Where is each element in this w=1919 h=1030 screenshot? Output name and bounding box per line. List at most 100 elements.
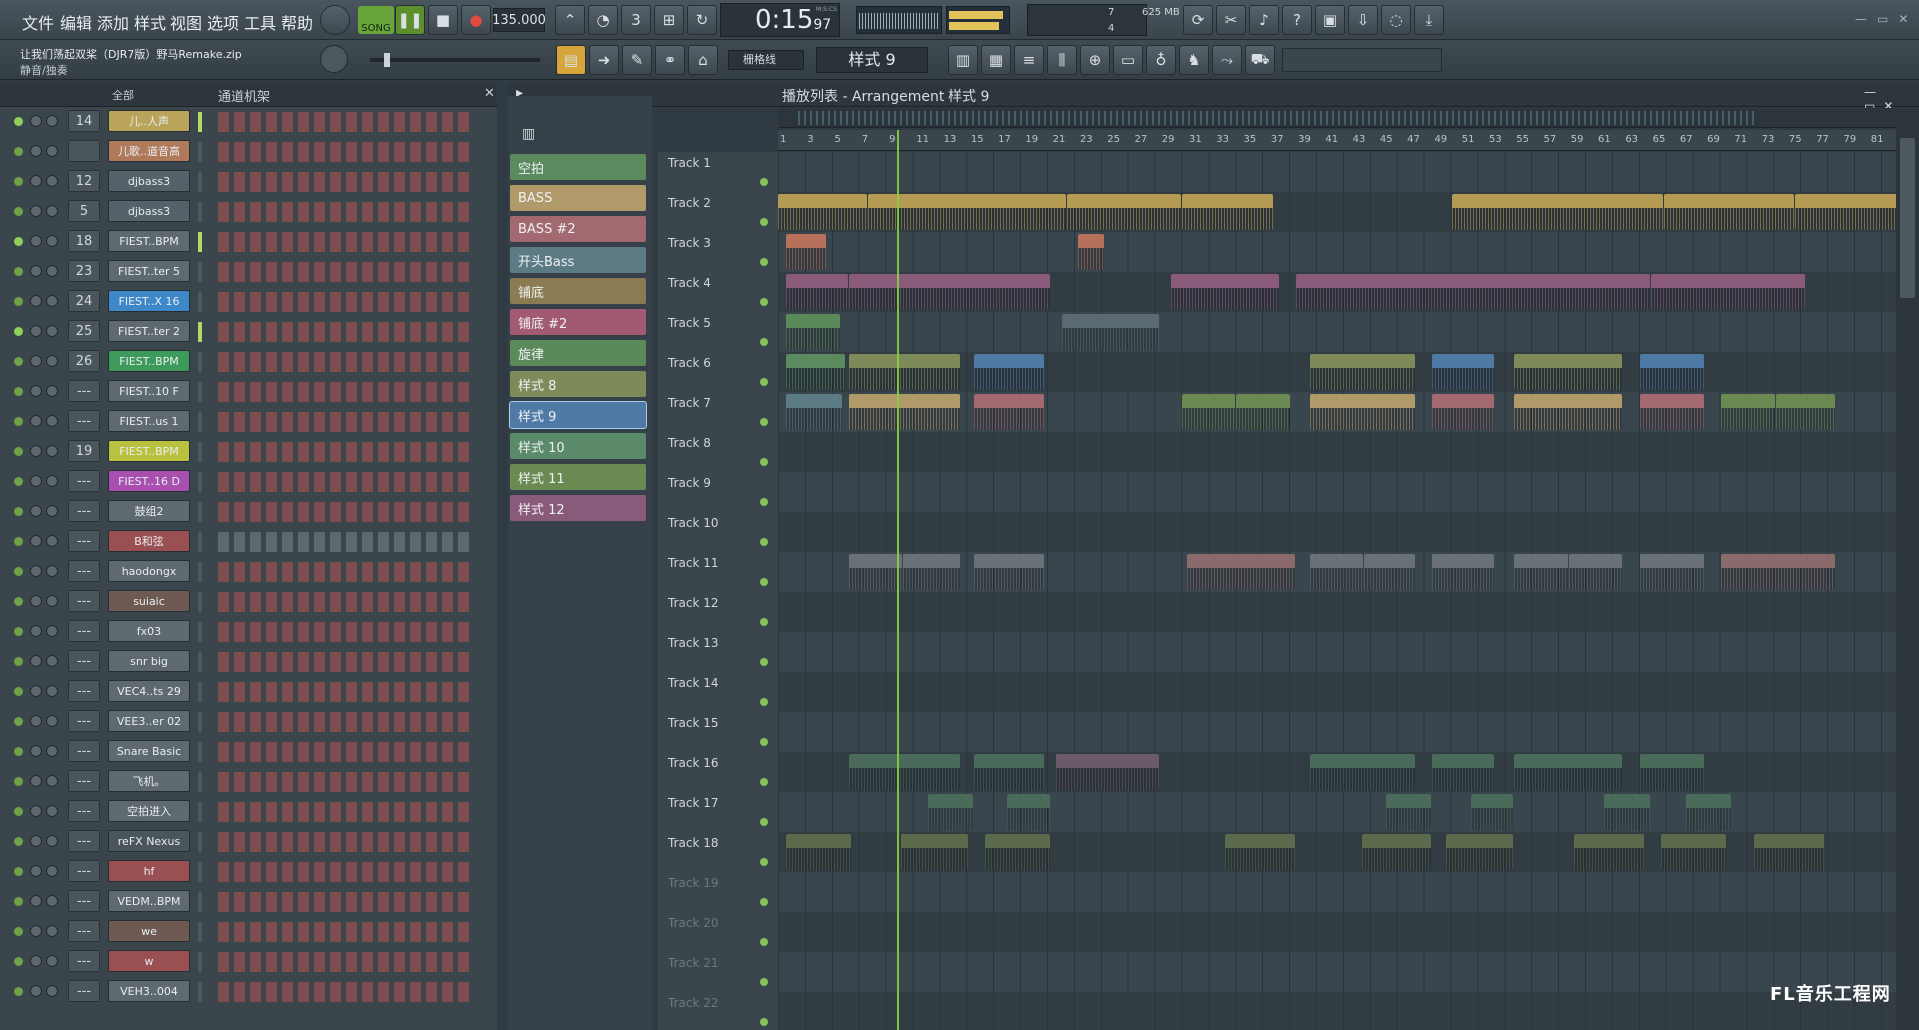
playlist-clip[interactable]: 高 <box>786 234 827 270</box>
track-mute-led[interactable] <box>760 898 768 906</box>
step-sequencer[interactable] <box>218 982 474 1002</box>
channel-mixer-track[interactable]: 25 <box>68 320 100 342</box>
pattern-item[interactable]: 样式 12 <box>510 495 646 521</box>
track-name[interactable]: Track 4 <box>668 276 711 290</box>
track-name[interactable]: Track 21 <box>668 956 718 970</box>
channel-pan-knob[interactable] <box>30 925 42 937</box>
export-button[interactable]: ⇩ <box>1348 5 1378 35</box>
pattern-item[interactable]: 样式 9 <box>509 401 647 429</box>
channel-pan-knob[interactable] <box>30 445 42 457</box>
step-sequencer[interactable] <box>218 922 474 942</box>
channel-mixer-track[interactable]: 12 <box>68 170 100 192</box>
playlist-clip[interactable]: 空拍 <box>786 354 846 390</box>
step-sequencer[interactable] <box>218 622 474 642</box>
channel-row[interactable]: 儿歌..道音高 <box>0 137 497 167</box>
track-name[interactable]: Track 1 <box>668 156 711 170</box>
step-sequencer[interactable] <box>218 892 474 912</box>
channel-name-button[interactable]: fx03 <box>108 620 190 642</box>
track-mute-led[interactable] <box>760 298 768 306</box>
channel-mute-led[interactable] <box>14 627 23 636</box>
channel-volume-knob[interactable] <box>46 745 58 757</box>
channel-mixer-track[interactable]: --- <box>68 620 100 642</box>
playlist-clip[interactable] <box>1170 274 1279 310</box>
track-name[interactable]: Track 6 <box>668 356 711 370</box>
channel-mixer-track[interactable]: 19 <box>68 440 100 462</box>
playlist-clip[interactable]: 样式 11 <box>1776 394 1835 430</box>
playlist-clip[interactable]: 飞机。 <box>1056 754 1159 790</box>
playlist-clip[interactable]: FIESTA Braz..nlifter 2 <box>848 754 960 790</box>
channel-mute-led[interactable] <box>14 567 23 576</box>
save-button[interactable]: ▣ <box>1315 5 1345 35</box>
track-name[interactable]: Track 10 <box>668 516 718 530</box>
track-name[interactable]: Track 3 <box>668 236 711 250</box>
channel-name-button[interactable]: djbass3 <box>108 170 190 192</box>
channel-mixer-track[interactable]: --- <box>68 380 100 402</box>
picker-mode-icon[interactable]: ▥ <box>522 126 535 142</box>
channel-pan-knob[interactable] <box>30 205 42 217</box>
track-mute-led[interactable] <box>760 498 768 506</box>
menu-3[interactable]: 样式 <box>134 10 166 34</box>
channel-select-indicator[interactable] <box>198 442 202 462</box>
tour-button[interactable]: ⤳ <box>1212 45 1242 75</box>
step-sequencer[interactable] <box>218 262 474 282</box>
pattern-item[interactable]: BASS <box>510 185 646 211</box>
channel-mixer-track[interactable]: 14 <box>68 110 100 132</box>
channel-pan-knob[interactable] <box>30 295 42 307</box>
channel-mute-led[interactable] <box>14 987 23 996</box>
channel-volume-knob[interactable] <box>46 715 58 727</box>
channel-select-indicator[interactable] <box>198 922 202 942</box>
song-position-display[interactable]: 0:15 97 M:S:CS <box>720 3 840 37</box>
channel-pan-knob[interactable] <box>30 385 42 397</box>
step-sequencer[interactable] <box>218 142 474 162</box>
track-name[interactable]: Track 14 <box>668 676 718 690</box>
timeline-ruler[interactable]: 1 3 5 7 9 11 13 15 17 19 21 23 25 27 29 31 33 35 37 39 41 43 4… <box>778 130 1896 151</box>
playlist-clip[interactable] <box>1296 274 1650 310</box>
step-sequencer[interactable] <box>218 652 474 672</box>
tuner-button[interactable]: ♁ <box>1146 45 1176 75</box>
playlist-clip[interactable]: FIEST..ter 5 <box>1574 834 1645 870</box>
channel-volume-knob[interactable] <box>46 295 58 307</box>
step-sequencer[interactable] <box>218 832 474 852</box>
channel-mute-led[interactable] <box>14 327 23 336</box>
playlist-clip[interactable]: FIES..PM <box>1568 554 1623 590</box>
step-sequencer[interactable] <box>218 712 474 732</box>
countdown-button[interactable]: 3 <box>621 5 651 35</box>
playlist-clip[interactable]: 样式 8 <box>1309 354 1416 390</box>
channel-select-indicator[interactable] <box>198 382 202 402</box>
playlist-clip[interactable]: FIE...M <box>1470 794 1514 830</box>
channel-mixer-track[interactable]: --- <box>68 710 100 732</box>
track-mute-led[interactable] <box>760 218 768 226</box>
step-sequencer[interactable] <box>218 862 474 882</box>
menu-5[interactable]: 选项 <box>207 10 239 34</box>
channel-mute-led[interactable] <box>14 657 23 666</box>
playlist-clip[interactable]: 样式 8 <box>848 354 960 390</box>
channel-name-button[interactable]: Snare Basic <box>108 740 190 762</box>
channel-mixer-track[interactable]: --- <box>68 650 100 672</box>
channel-volume-knob[interactable] <box>46 115 58 127</box>
channel-select-indicator[interactable] <box>198 262 202 282</box>
channel-mute-led[interactable] <box>14 807 23 816</box>
step-sequencer[interactable] <box>218 352 474 372</box>
song-mode-toggle[interactable]: SONG <box>358 6 394 34</box>
track-mute-led[interactable] <box>760 378 768 386</box>
channel-mixer-track[interactable]: --- <box>68 740 100 762</box>
channel-mixer-track[interactable]: --- <box>68 920 100 942</box>
channel-mute-led[interactable] <box>14 387 23 396</box>
channel-pan-knob[interactable] <box>30 805 42 817</box>
channel-select-indicator[interactable] <box>198 772 202 792</box>
pattern-item[interactable]: 样式 10 <box>510 433 646 459</box>
channel-pan-knob[interactable] <box>30 655 42 667</box>
channel-select-indicator[interactable] <box>198 472 202 492</box>
track-mute-led[interactable] <box>760 618 768 626</box>
channel-volume-knob[interactable] <box>46 985 58 997</box>
playlist-grid[interactable]: 儿歌 - 起双桨人声 儿歌 桨人声 儿歌 - 起双桨人声 儿歌 桨人声 儿歌 - 起双桨… <box>778 152 1919 1030</box>
channel-mute-led[interactable] <box>14 777 23 786</box>
channel-mixer-track[interactable]: --- <box>68 830 100 852</box>
channel-pan-knob[interactable] <box>30 865 42 877</box>
wait-input-button[interactable]: ◔ <box>588 5 618 35</box>
channel-row[interactable]: 23 FIEST..ter 5 <box>0 257 497 287</box>
channel-select-indicator[interactable] <box>198 712 202 732</box>
channel-mixer-track[interactable]: 18 <box>68 230 100 252</box>
channel-select-indicator[interactable] <box>198 742 202 762</box>
pattern-item[interactable]: BASS #2 <box>510 216 646 242</box>
